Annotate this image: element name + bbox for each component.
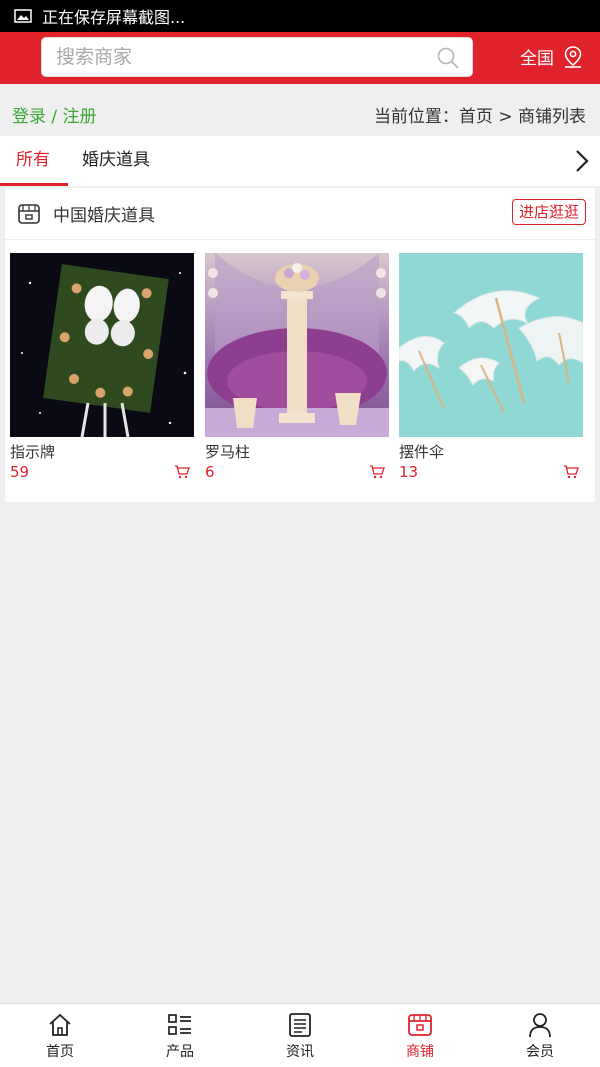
product-count: 13: [399, 463, 419, 481]
nav-shops[interactable]: 商铺: [360, 1004, 480, 1067]
product-image-umbrella[interactable]: [399, 253, 583, 437]
home-icon: [49, 1013, 71, 1036]
category-tabs: 所有 婚庆道具: [0, 136, 600, 186]
product-count: 59: [10, 463, 30, 481]
product-image-roman-column[interactable]: [205, 253, 389, 437]
nav-products[interactable]: 产品: [120, 1004, 240, 1067]
product-name[interactable]: 罗马柱: [205, 442, 389, 462]
store-icon: [408, 1014, 432, 1036]
region-selector[interactable]: 全国: [520, 44, 584, 69]
product-card[interactable]: 指示牌 59: [10, 253, 194, 482]
search-box[interactable]: [41, 37, 473, 77]
shop-name[interactable]: 中国婚庆道具: [53, 201, 155, 226]
nav-news[interactable]: 资讯: [240, 1004, 360, 1067]
region-label: 全国: [520, 49, 554, 69]
bottom-nav: 首页 产品 资讯 商铺 会员: [0, 1003, 600, 1067]
product-count: 6: [205, 463, 215, 481]
nav-label: 资讯: [286, 1044, 314, 1060]
status-text: 正在保存屏幕截图...: [42, 8, 186, 27]
cart-icon[interactable]: [563, 465, 579, 479]
nav-home[interactable]: 首页: [0, 1004, 120, 1067]
product-card[interactable]: 罗马柱 6: [205, 253, 389, 482]
status-bar: 正在保存屏幕截图...: [0, 0, 600, 32]
user-icon: [529, 1013, 551, 1038]
store-icon: [18, 203, 40, 224]
location-pin-icon: [564, 45, 582, 68]
enter-shop-button[interactable]: 进店逛逛: [511, 199, 586, 225]
shop-card: 中国婚庆道具 进店逛逛 指示牌 59 罗马柱 6 摆件伞 13: [5, 188, 595, 502]
nav-label: 商铺: [406, 1044, 434, 1060]
search-icon[interactable]: [436, 46, 460, 70]
list-icon: [168, 1014, 191, 1035]
tab-wedding-props[interactable]: 婚庆道具: [66, 136, 166, 186]
product-image-sign[interactable]: [10, 253, 194, 437]
nav-label: 会员: [526, 1044, 554, 1060]
news-icon: [289, 1013, 311, 1037]
search-input[interactable]: [56, 46, 416, 68]
product-card[interactable]: 摆件伞 13: [399, 253, 583, 482]
current-location: 当前位置：首页 > 商铺列表: [373, 106, 586, 127]
chevron-right-icon[interactable]: [574, 149, 590, 173]
nav-label: 产品: [166, 1044, 194, 1060]
tab-all[interactable]: 所有: [0, 136, 68, 186]
image-icon: [14, 9, 32, 23]
nav-label: 首页: [46, 1044, 74, 1060]
shop-header: 中国婚庆道具 进店逛逛: [5, 188, 595, 240]
nav-member[interactable]: 会员: [480, 1004, 600, 1067]
product-name[interactable]: 指示牌: [10, 442, 194, 462]
header: 全国: [0, 32, 600, 84]
cart-icon[interactable]: [174, 465, 190, 479]
cart-icon[interactable]: [369, 465, 385, 479]
breadcrumb: 登录 / 注册 当前位置：首页 > 商铺列表: [0, 95, 600, 133]
login-register-link[interactable]: 登录 / 注册: [12, 102, 97, 127]
product-name[interactable]: 摆件伞: [399, 442, 583, 462]
